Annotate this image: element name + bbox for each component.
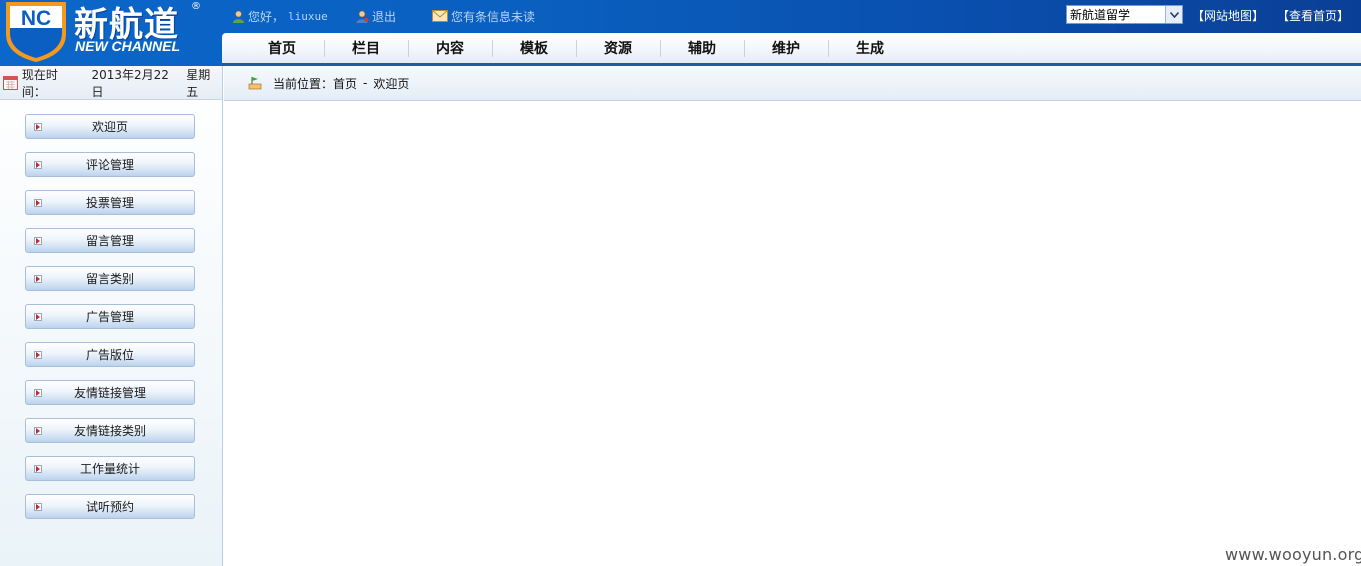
sidebar-item-label: 工作量统计 [79, 462, 140, 476]
nav-tab-templates[interactable]: 模板 [492, 33, 576, 63]
sidebar-item-guestbook-categories[interactable]: 留言类别 [25, 266, 195, 291]
top-bar: 您好， liuxue 退出 您有条信息未读 新航道留学 【网站地图】 【查看首页… [222, 0, 1361, 32]
calendar-icon [3, 76, 18, 90]
sidebar-item-label: 友情链接类别 [73, 424, 146, 438]
message-link[interactable]: 您有条信息未读 [432, 8, 535, 24]
arrow-bullet-icon [34, 123, 42, 131]
sidebar: 现在时间： 2013年2月22日 星期五 欢迎页 评论管理 投票管理 留言管理 … [0, 66, 223, 566]
main-nav: 首页 栏目 内容 模板 资源 辅助 维护 生成 [222, 33, 1361, 63]
sidebar-item-label: 广告管理 [85, 310, 134, 324]
sidebar-item-trial-booking[interactable]: 试听预约 [25, 494, 195, 519]
logout-label: 退出 [372, 9, 397, 24]
nav-tab-resources[interactable]: 资源 [576, 33, 660, 63]
sidebar-item-votes[interactable]: 投票管理 [25, 190, 195, 215]
logout-user-icon [356, 10, 369, 23]
arrow-bullet-icon [34, 427, 42, 435]
breadcrumb-prefix: 当前位置： [273, 76, 334, 91]
sidebar-item-label: 友情链接管理 [73, 386, 146, 400]
current-weekday: 星期五 [186, 67, 211, 99]
arrow-bullet-icon [34, 503, 42, 511]
nav-tab-home[interactable]: 首页 [240, 33, 324, 63]
nav-tab-columns[interactable]: 栏目 [324, 33, 408, 63]
sidebar-item-ads[interactable]: 广告管理 [25, 304, 195, 329]
site-select[interactable]: 新航道留学 [1066, 5, 1183, 24]
sidebar-item-friend-links[interactable]: 友情链接管理 [25, 380, 195, 405]
arrow-bullet-icon [34, 351, 42, 359]
sidebar-item-label: 评论管理 [85, 158, 134, 172]
watermark-text: www.wooyun.org [1225, 545, 1361, 564]
breadcrumb-current: 欢迎页 [373, 76, 410, 91]
view-homepage-link[interactable]: 【查看首页】 [1277, 7, 1349, 24]
sidebar-item-workload-stats[interactable]: 工作量统计 [25, 456, 195, 481]
arrow-bullet-icon [34, 465, 42, 473]
sidebar-item-label: 广告版位 [85, 348, 134, 362]
user-icon [233, 10, 244, 23]
arrow-bullet-icon [34, 199, 42, 207]
arrow-bullet-icon [34, 313, 42, 321]
nav-tab-generate[interactable]: 生成 [828, 33, 912, 63]
nav-tab-content[interactable]: 内容 [408, 33, 492, 63]
sidebar-item-friend-link-categories[interactable]: 友情链接类别 [25, 418, 195, 443]
header: NC 新航道 ® NEW CHANNEL 您好， liuxue 退出 您有条信息… [0, 0, 1361, 66]
sidebar-item-welcome[interactable]: 欢迎页 [25, 114, 195, 139]
arrow-bullet-icon [34, 237, 42, 245]
arrow-bullet-icon [34, 161, 42, 169]
nav-tab-auxiliary[interactable]: 辅助 [660, 33, 744, 63]
sidebar-item-ad-slots[interactable]: 广告版位 [25, 342, 195, 367]
sidebar-item-label: 留言管理 [85, 234, 134, 248]
username: liuxue [288, 9, 328, 23]
logo[interactable]: NC 新航道 ® NEW CHANNEL [0, 0, 222, 66]
breadcrumb-home[interactable]: 首页 [333, 75, 357, 92]
chevron-down-icon[interactable] [1165, 6, 1182, 23]
user-greeting: 您好， liuxue [232, 8, 328, 24]
logo-english-text: NEW CHANNEL [75, 38, 180, 54]
current-date: 2013年2月22日 [91, 67, 169, 99]
arrow-bullet-icon [34, 275, 42, 283]
home-flag-icon [248, 77, 262, 90]
current-time-bar: 现在时间： 2013年2月22日 星期五 [0, 66, 222, 100]
sidebar-item-label: 欢迎页 [91, 120, 128, 134]
sidebar-item-label: 留言类别 [85, 272, 134, 286]
arrow-bullet-icon [34, 389, 42, 397]
registered-mark-icon: ® [191, 1, 201, 12]
message-label: 您有条信息未读 [451, 9, 536, 24]
envelope-icon [432, 10, 448, 22]
main-content-area [224, 102, 1361, 566]
sidebar-item-label: 试听预约 [85, 500, 134, 514]
sidebar-item-guestbook[interactable]: 留言管理 [25, 228, 195, 253]
sidebar-item-label: 投票管理 [85, 196, 134, 210]
svg-text:NC: NC [21, 7, 51, 30]
time-label: 现在时间： [21, 67, 58, 99]
logout-link[interactable]: 退出 [356, 8, 396, 24]
sitemap-link[interactable]: 【网站地图】 [1192, 7, 1264, 24]
sidebar-item-comments[interactable]: 评论管理 [25, 152, 195, 177]
breadcrumb: 当前位置： 首页 - 欢迎页 [224, 66, 1361, 101]
nc-shield-logo-icon: NC [6, 2, 66, 62]
breadcrumb-separator: - [363, 76, 368, 90]
nav-tab-maintenance[interactable]: 维护 [744, 33, 828, 63]
greeting-text: 您好， [248, 9, 285, 24]
site-select-value: 新航道留学 [1070, 8, 1131, 22]
